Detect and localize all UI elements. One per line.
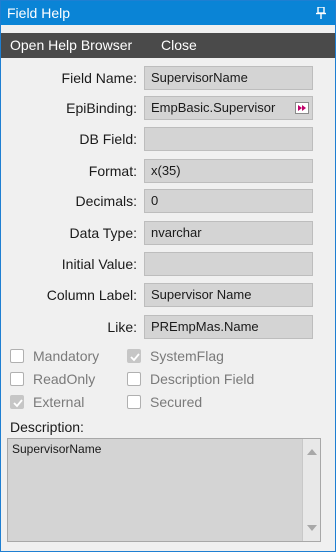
titlebar: Field Help [1, 1, 335, 25]
mandatory-label: Mandatory [33, 348, 100, 364]
description-field-checkbox-box[interactable] [127, 372, 141, 386]
close-menu[interactable]: Close [161, 33, 197, 58]
scroll-up-arrow-icon[interactable] [307, 449, 317, 455]
like-field[interactable]: PREmpMas.Name [144, 315, 313, 339]
field-help-window: Field Help Open Help Browser Close Field… [0, 0, 336, 552]
data-type-label: Data Type: [69, 225, 137, 241]
epi-binding-value: EmpBasic.Supervisor [151, 100, 276, 115]
initial-value-label: Initial Value: [61, 256, 137, 272]
initial-value-field[interactable] [144, 252, 313, 276]
epi-binding-field[interactable]: EmpBasic.Supervisor [144, 96, 313, 120]
data-type-row: Data Type: nvarchar [1, 221, 335, 245]
open-help-browser-menu[interactable]: Open Help Browser [10, 33, 132, 58]
scroll-down-arrow-icon[interactable] [307, 525, 317, 531]
db-field-label: DB Field: [79, 131, 137, 147]
format-label: Format: [88, 163, 137, 179]
system-flag-checkbox-box[interactable] [127, 349, 141, 363]
description-textarea[interactable]: SupervisorName [7, 438, 321, 542]
read-only-checkbox-box[interactable] [10, 372, 24, 386]
description-text: SupervisorName [12, 442, 102, 456]
field-name-field[interactable]: SupervisorName [144, 66, 313, 90]
format-field[interactable]: x(35) [144, 159, 313, 183]
checkmark-icon [13, 399, 23, 408]
description-scrollbar[interactable] [302, 439, 320, 541]
checkmark-icon [130, 353, 140, 362]
external-label: External [33, 394, 85, 410]
read-only-label: ReadOnly [33, 371, 96, 387]
column-label-label: Column Label: [46, 287, 137, 303]
column-label-row: Column Label: Supervisor Name [1, 283, 335, 307]
decimals-label: Decimals: [75, 193, 137, 209]
external-checkbox-box[interactable] [10, 395, 24, 409]
decimals-row: Decimals: 0 [1, 189, 335, 213]
field-name-label: Field Name: [61, 70, 137, 86]
data-type-field[interactable]: nvarchar [144, 221, 313, 245]
description-label: Description: [10, 419, 84, 435]
menu-bar: Open Help Browser Close [1, 33, 335, 58]
flags-group: Mandatory SystemFlag ReadOnly Descriptio… [1, 348, 335, 418]
decimals-field[interactable]: 0 [144, 189, 313, 213]
secured-label: Secured [150, 394, 203, 410]
column-label-field[interactable]: Supervisor Name [144, 283, 313, 307]
db-field-row: DB Field: [1, 127, 335, 151]
like-row: Like: PREmpMas.Name [1, 315, 335, 339]
like-label: Like: [107, 319, 137, 335]
description-field-label: Description Field [150, 371, 255, 387]
system-flag-label: SystemFlag [150, 348, 224, 364]
pin-icon[interactable] [315, 1, 327, 25]
field-name-row: Field Name: SupervisorName [1, 66, 335, 90]
mandatory-checkbox-box[interactable] [10, 349, 24, 363]
initial-value-row: Initial Value: [1, 252, 335, 276]
db-field-field[interactable] [144, 127, 313, 151]
fast-forward-icon[interactable] [295, 102, 309, 114]
secured-checkbox-box[interactable] [127, 395, 141, 409]
format-row: Format: x(35) [1, 159, 335, 183]
epi-binding-label: EpiBinding: [66, 100, 137, 116]
window-title: Field Help [7, 5, 71, 21]
epi-binding-row: EpiBinding: EmpBasic.Supervisor [1, 96, 335, 120]
